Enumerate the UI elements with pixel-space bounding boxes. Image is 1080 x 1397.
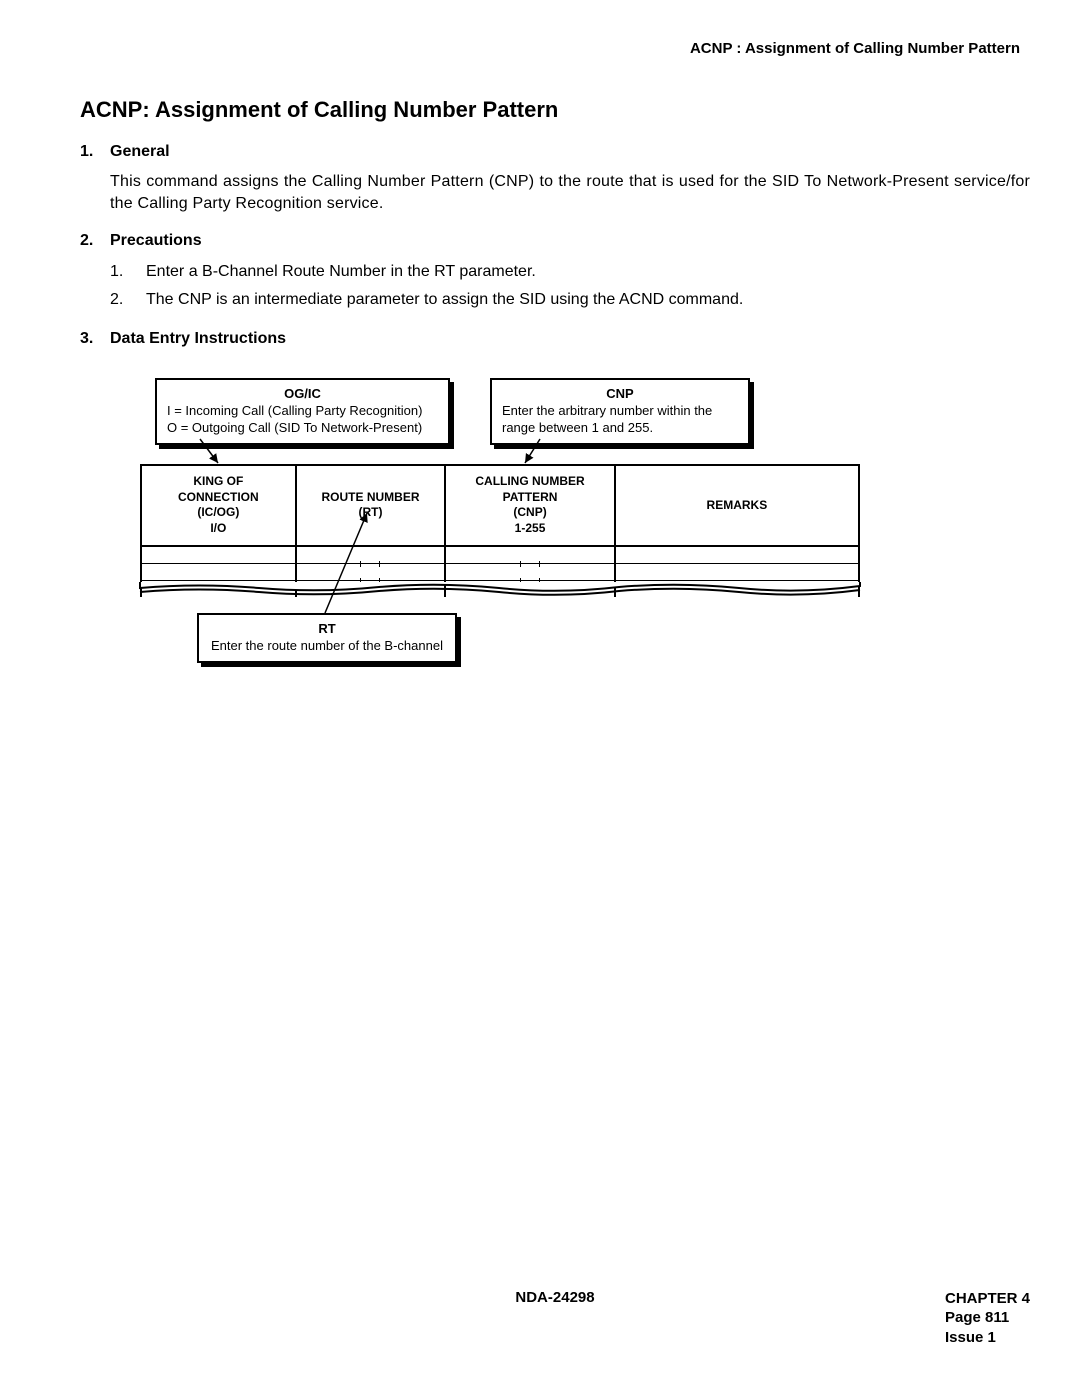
table-row (141, 563, 859, 580)
callout-cnp-body: Enter the arbitrary number within the ra… (502, 403, 738, 437)
table-cell (141, 546, 296, 564)
page-header: ACNP : Assignment of Calling Number Patt… (80, 40, 1030, 57)
section-data-entry-label: Data Entry Instructions (110, 330, 286, 348)
section-general-body: This command assigns the Calling Number … (110, 171, 1030, 214)
diagram: OG/IC I = Incoming Call (Calling Party R… (155, 378, 955, 698)
col-remarks: REMARKS (615, 465, 859, 545)
footer-docnum: NDA-24298 (80, 1289, 1030, 1306)
precaution-num: 1. (110, 260, 146, 284)
page-title: ACNP: Assignment of Calling Number Patte… (80, 97, 1030, 123)
table-cell (141, 563, 296, 580)
callout-ogic-line2: O = Outgoing Call (SID To Network-Presen… (167, 420, 438, 437)
torn-edge (139, 580, 861, 598)
footer-page: Page 811 (945, 1308, 1030, 1328)
section-precautions-label: Precautions (110, 232, 202, 250)
table-cell (615, 563, 859, 580)
section-general-num: 1. (80, 143, 110, 161)
section-general-label: General (110, 143, 170, 161)
section-general-head: 1. General (80, 143, 1030, 161)
footer: NDA-24298 CHAPTER 4 Page 811 Issue 1 (80, 1289, 1030, 1348)
section-data-entry-num: 3. (80, 330, 110, 348)
callout-ogic-line1: I = Incoming Call (Calling Party Recogni… (167, 403, 438, 420)
precaution-text: Enter a B-Channel Route Number in the RT… (146, 260, 536, 284)
precautions-list: 1. Enter a B-Channel Route Number in the… (110, 260, 1030, 312)
data-table: KING OFCONNECTION(IC/OG)I/O ROUTE NUMBER… (140, 464, 860, 596)
col-king: KING OFCONNECTION(IC/OG)I/O (141, 465, 296, 545)
callout-ogic: OG/IC I = Incoming Call (Calling Party R… (155, 378, 450, 445)
callout-rt-body: Enter the route number of the B-channel (209, 638, 445, 655)
footer-issue: Issue 1 (945, 1328, 1030, 1348)
table-cell (445, 563, 615, 580)
section-precautions-head: 2. Precautions (80, 232, 1030, 250)
arrow-cnp (510, 437, 570, 467)
precaution-item: 2. The CNP is an intermediate parameter … (110, 288, 1030, 312)
callout-rt-title: RT (209, 621, 445, 638)
table-row (141, 546, 859, 564)
callout-cnp-title: CNP (502, 386, 738, 403)
table-cell (445, 546, 615, 564)
arrow-rt (305, 508, 385, 618)
col-cnp: CALLING NUMBERPATTERN(CNP)1-255 (445, 465, 615, 545)
table-cell (615, 546, 859, 564)
precaution-num: 2. (110, 288, 146, 312)
table-header-row: KING OFCONNECTION(IC/OG)I/O ROUTE NUMBER… (141, 465, 859, 545)
callout-ogic-title: OG/IC (167, 386, 438, 403)
precaution-text: The CNP is an intermediate parameter to … (146, 288, 743, 312)
precaution-item: 1. Enter a B-Channel Route Number in the… (110, 260, 1030, 284)
callout-rt: RT Enter the route number of the B-chann… (197, 613, 457, 663)
section-data-entry-head: 3. Data Entry Instructions (80, 330, 1030, 348)
arrow-ogic (170, 437, 230, 467)
section-precautions-num: 2. (80, 232, 110, 250)
callout-cnp: CNP Enter the arbitrary number within th… (490, 378, 750, 445)
